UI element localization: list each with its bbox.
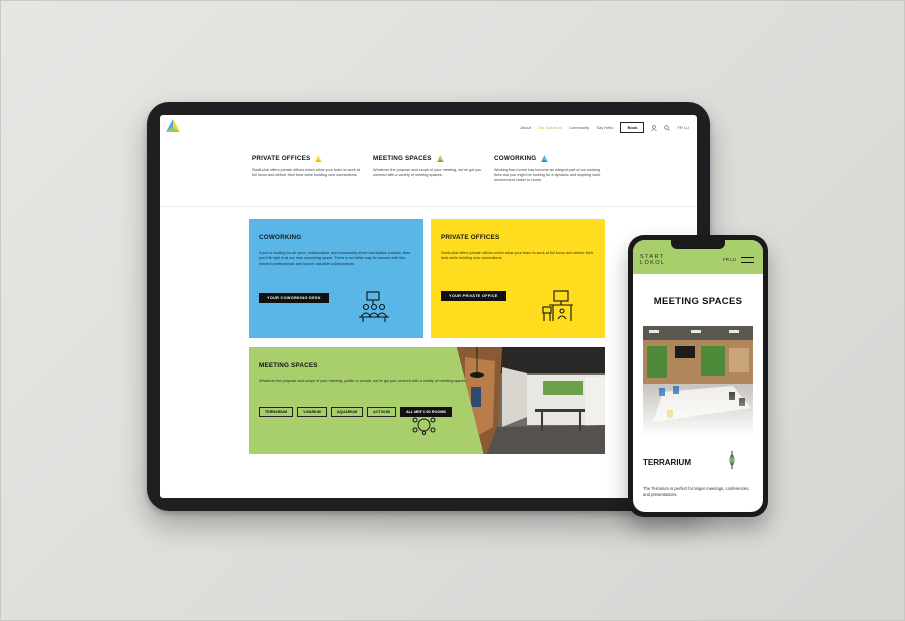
desk-office-icon <box>542 290 573 321</box>
nav-item-community[interactable]: Community <box>569 125 589 130</box>
divider <box>160 206 697 207</box>
language-switcher[interactable]: FR LU <box>677 125 689 130</box>
card-text: StartLokal offers private offices which … <box>441 251 594 261</box>
tag-vivarium[interactable]: VIVARIUM <box>297 407 327 417</box>
phone-device: START LOKOL FR LU MEETING SPACES TERRARI… <box>628 235 768 517</box>
meeting-card-content: MEETING SPACES Whatever the purpose and … <box>259 362 469 384</box>
meeting-spaces-card: MEETING SPACES Whatever the purpose and … <box>249 347 605 454</box>
triangle-logo-icon <box>541 155 549 162</box>
office-photo <box>457 347 605 454</box>
intro-text: Working from home has become an integral… <box>494 168 601 183</box>
tag-activum[interactable]: ACTIVUM <box>367 407 396 417</box>
leaf-icon <box>729 451 735 469</box>
phone-logo[interactable]: START LOKOL <box>640 254 665 266</box>
tablet-screen: About Our Solutions Community Say Hello … <box>160 115 697 498</box>
nav-item-our-solutions[interactable]: Our Solutions <box>538 125 562 130</box>
nav-item-about[interactable]: About <box>520 125 530 130</box>
search-icon[interactable] <box>664 124 671 131</box>
intro-coworking: COWORKING Working from home has become a… <box>494 155 604 184</box>
card-title: MEETING SPACES <box>259 362 318 369</box>
triangle-logo-icon <box>315 155 323 162</box>
coworking-people-icon <box>359 291 389 322</box>
menu-icon[interactable] <box>741 257 754 263</box>
intro-text: StartLokal offers private offices which … <box>252 168 360 178</box>
intro-title: MEETING SPACES <box>373 155 432 162</box>
tag-aquarium[interactable]: AQUARIUM <box>330 407 364 417</box>
private-office-button[interactable]: YOUR PRIVATE OFFICE <box>441 291 506 301</box>
triangle-logo-icon <box>436 155 444 162</box>
nav-item-say-hello[interactable]: Say Hello <box>596 125 613 130</box>
book-button[interactable]: Book <box>620 122 645 133</box>
intro-title: COWORKING <box>494 155 537 162</box>
coworking-card: COWORKING If you're looking for an open,… <box>249 219 423 338</box>
card-title: COWORKING <box>259 234 302 241</box>
tablet-device: About Our Solutions Community Say Hello … <box>147 102 710 511</box>
room-description: The Terrarium is perfect for larger meet… <box>643 486 750 497</box>
card-text: If you're looking for an open, collabora… <box>259 251 411 266</box>
nav-menu: About Our Solutions Community Say Hello … <box>520 122 689 133</box>
startlokal-logo-icon[interactable] <box>166 119 180 132</box>
top-navigation: About Our Solutions Community Say Hello … <box>160 115 697 141</box>
meeting-room-photo <box>643 326 753 436</box>
conference-table-icon <box>412 407 436 435</box>
coworking-desk-button[interactable]: YOUR COWORKING DESK <box>259 293 329 303</box>
user-icon[interactable] <box>651 124 658 131</box>
tag-terrarium[interactable]: TERRARIUM <box>259 407 294 417</box>
intro-private-offices: PRIVATE OFFICES StartLokal offers privat… <box>252 155 362 178</box>
room-name: TERRARIUM <box>643 458 691 467</box>
phone-screen: START LOKOL FR LU MEETING SPACES TERRARI… <box>633 240 763 512</box>
phone-notch <box>671 240 725 249</box>
card-title: PRIVATE OFFICES <box>441 234 500 241</box>
intro-text: Whatever the purpose and scope of your m… <box>373 168 482 178</box>
phone-language-switcher[interactable]: FR LU <box>723 257 736 262</box>
private-offices-card: PRIVATE OFFICES StartLokal offers privat… <box>431 219 605 338</box>
intro-meeting-spaces: MEETING SPACES Whatever the purpose and … <box>373 155 483 178</box>
intro-title: PRIVATE OFFICES <box>252 155 311 162</box>
page-title: MEETING SPACES <box>653 296 743 307</box>
logo-line-2: LOKOL <box>640 260 666 266</box>
card-text: Whatever the purpose and scope of your m… <box>259 379 467 383</box>
